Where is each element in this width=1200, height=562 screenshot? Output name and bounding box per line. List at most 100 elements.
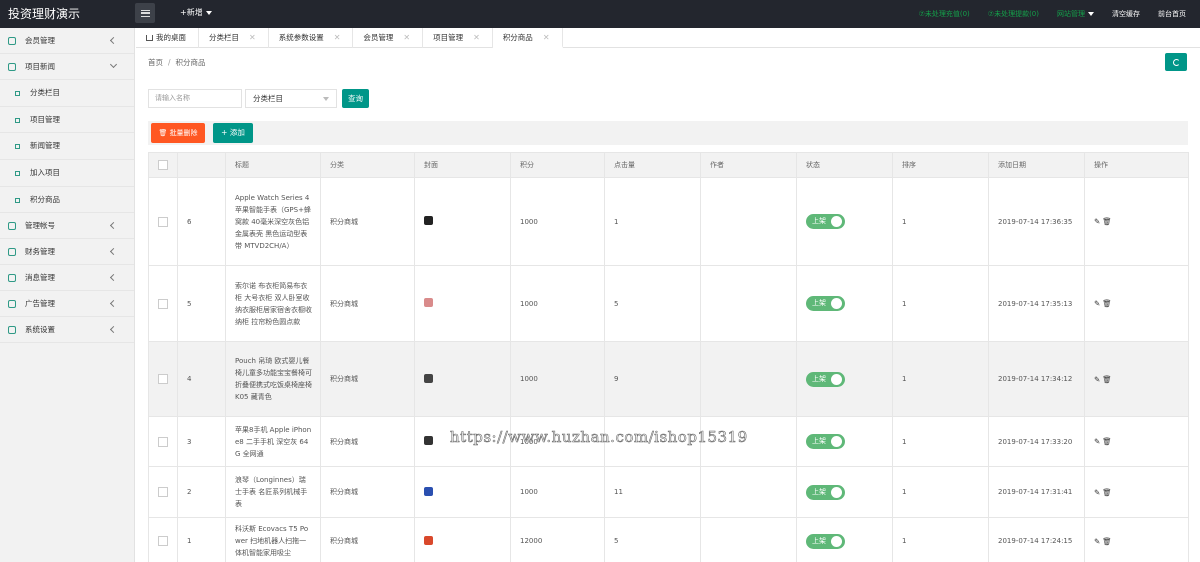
delete-icon[interactable]: 🗑︎	[1102, 488, 1114, 497]
clicks-cell: 5	[604, 517, 701, 562]
close-icon[interactable]: ✕	[403, 33, 410, 42]
document-icon	[15, 197, 20, 203]
toggle-knob	[831, 436, 842, 447]
row-checkbox[interactable]	[158, 536, 168, 546]
pending-withdraw-link[interactable]: ⑦未处理提款(0)	[988, 9, 1039, 19]
delete-icon[interactable]: 🗑︎	[1102, 217, 1114, 226]
column-header[interactable]: 标题	[225, 152, 321, 178]
chevron-left-icon	[109, 36, 118, 45]
status-toggle[interactable]: 上架	[806, 214, 845, 229]
cover-thumbnail[interactable]	[424, 373, 433, 383]
clicks-cell: 1	[604, 177, 701, 266]
cover-thumbnail[interactable]	[424, 298, 433, 307]
sidebar-subitem-news[interactable]: 新闻管理	[0, 133, 134, 161]
batch-delete-button[interactable]: 🗑︎ 批量删除	[151, 123, 205, 143]
tab-categories[interactable]: 分类栏目 ✕	[199, 28, 269, 48]
id-cell: 1	[177, 517, 226, 562]
date-cell: 2019-07-14 17:33:20	[988, 416, 1085, 467]
name-search-input[interactable]: 请输入名称	[148, 89, 242, 108]
cover-thumbnail[interactable]	[424, 486, 433, 496]
close-icon[interactable]: ✕	[473, 33, 480, 42]
row-select-cell	[148, 466, 178, 518]
table-toolbar	[148, 121, 1188, 145]
sidebar-item-label: 广告管理	[25, 299, 55, 309]
sidebar-item-finance[interactable]: 财务管理	[0, 239, 134, 266]
bus-icon	[8, 63, 16, 71]
new-dropdown[interactable]: +新增	[180, 0, 212, 28]
tab-members[interactable]: 会员管理 ✕	[353, 28, 424, 48]
column-header[interactable]: 分类	[320, 152, 415, 178]
sidebar: 会员管理 项目新闻 分类栏目 项目管理 新闻管理 加入项目 积分商品 管理帐号 …	[0, 28, 135, 562]
column-header[interactable]: 排序	[892, 152, 989, 178]
sidebar-item-label: 会员管理	[25, 36, 55, 45]
frontend-home-link[interactable]: 前台首页	[1158, 9, 1186, 19]
select-all-checkbox[interactable]	[158, 160, 168, 170]
pending-recharge-link[interactable]: ⑦未处理充值(0)	[919, 9, 970, 19]
sidebar-item-project-news[interactable]: 项目新闻	[0, 54, 134, 80]
sidebar-item-members[interactable]: 会员管理	[0, 28, 134, 54]
plus-icon: +	[221, 128, 230, 137]
close-icon[interactable]: ✕	[334, 33, 341, 42]
close-icon[interactable]: ✕	[249, 33, 256, 42]
sidebar-item-messages[interactable]: 消息管理	[0, 265, 134, 292]
row-checkbox[interactable]	[158, 374, 168, 384]
status-toggle[interactable]: 上架	[806, 533, 845, 549]
title-cell: Pouch 帛琦 欧式婴儿餐椅儿童多功能宝宝餐椅可折叠便携式吃饭桌椅座椅K05 …	[225, 341, 321, 417]
sidebar-subitem-join-project[interactable]: 加入项目	[0, 160, 134, 187]
status-toggle[interactable]: 上架	[806, 484, 845, 500]
query-button[interactable]: 查询	[342, 89, 369, 108]
status-toggle[interactable]: 上架	[806, 296, 845, 311]
status-toggle-label: 上架	[812, 437, 826, 445]
clear-cache-link[interactable]: 清空缓存	[1112, 9, 1140, 19]
row-checkbox[interactable]	[158, 487, 168, 497]
row-checkbox[interactable]	[158, 216, 168, 227]
category-select[interactable]: 分类栏目	[245, 89, 337, 108]
tab-point-goods[interactable]: 积分商品 ✕	[492, 28, 563, 48]
status-toggle[interactable]: 上架	[806, 434, 845, 449]
sidebar-subitem-label: 加入项目	[30, 168, 60, 178]
refresh-button[interactable]	[1165, 53, 1187, 71]
cover-cell	[414, 177, 511, 266]
sidebar-subitem-categories[interactable]: 分类栏目	[0, 80, 134, 107]
column-header[interactable]: 积分	[510, 152, 605, 178]
delete-icon[interactable]: 🗑︎	[1102, 375, 1114, 384]
tab-bar: 我的桌面 分类栏目 ✕ 系统参数设置 ✕ 会员管理 ✕ 项目管理 ✕ 积分商品 ✕	[136, 28, 1200, 48]
delete-icon[interactable]: 🗑︎	[1102, 299, 1114, 308]
sidebar-item-settings[interactable]: 系统设置	[0, 317, 134, 344]
sidebar-item-accounts[interactable]: 管理帐号	[0, 213, 134, 240]
breadcrumb-home[interactable]: 首页	[148, 58, 163, 67]
menu-toggle-button[interactable]	[135, 3, 155, 23]
sort-cell: 1	[892, 517, 989, 562]
site-manage-dropdown[interactable]: 网站管理	[1057, 9, 1094, 19]
tab-desktop[interactable]: 我的桌面	[136, 28, 199, 48]
column-header[interactable]: 作者	[700, 152, 797, 178]
row-checkbox[interactable]	[158, 298, 168, 309]
cover-cell	[414, 517, 511, 562]
column-header[interactable]: 操作	[1084, 152, 1189, 178]
cover-thumbnail[interactable]	[424, 216, 433, 225]
cover-thumbnail[interactable]	[424, 535, 433, 545]
column-header[interactable]: 状态	[796, 152, 893, 178]
status-toggle-label: 上架	[812, 487, 826, 496]
actions-cell: ✎🗑︎	[1084, 416, 1189, 467]
sidebar-subitem-point-goods[interactable]: 积分商品	[0, 186, 134, 214]
column-header[interactable]: 封面	[414, 152, 511, 178]
sidebar-item-label: 系统设置	[25, 325, 55, 335]
add-button[interactable]: + 添加	[213, 123, 253, 143]
sidebar-item-ads[interactable]: 广告管理	[0, 291, 134, 318]
date-cell: 2019-07-14 17:24:15	[988, 517, 1085, 562]
tab-projects[interactable]: 项目管理 ✕	[423, 28, 493, 48]
select-all-cell	[148, 152, 178, 178]
delete-icon[interactable]: 🗑︎	[1102, 537, 1114, 546]
tab-system-params[interactable]: 系统参数设置 ✕	[269, 28, 354, 48]
category-cell: 积分商城	[320, 177, 415, 266]
close-icon[interactable]: ✕	[543, 33, 550, 42]
author-cell	[700, 341, 797, 417]
status-toggle[interactable]: 上架	[806, 371, 845, 387]
row-checkbox[interactable]	[158, 436, 168, 447]
delete-icon[interactable]: 🗑︎	[1102, 437, 1114, 446]
sidebar-subitem-projects[interactable]: 项目管理	[0, 106, 134, 134]
column-header[interactable]: 点击量	[604, 152, 701, 178]
column-header[interactable]: 添加日期	[988, 152, 1085, 178]
cover-thumbnail[interactable]	[424, 436, 433, 445]
